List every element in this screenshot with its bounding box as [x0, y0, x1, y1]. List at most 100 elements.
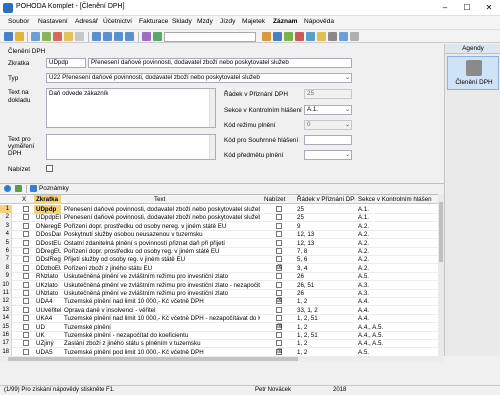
new-icon[interactable] [4, 32, 13, 41]
zkratka-description-input[interactable]: Přenesení daňové povinnosti, dodavatel z… [88, 58, 352, 68]
table-vertical-scrollbar[interactable] [438, 194, 444, 356]
row-select-checkbox[interactable] [23, 264, 29, 271]
scrollbar-thumb[interactable] [8, 357, 298, 361]
nabizet-cell-checkbox[interactable] [276, 340, 282, 347]
calc-icon[interactable] [306, 32, 315, 41]
sekce-select[interactable]: A.1. ⌄ [304, 105, 352, 115]
nabizet-cell-checkbox[interactable] [276, 290, 282, 296]
record-dot-icon[interactable] [4, 185, 11, 192]
agendy-item-cleneni-dph[interactable]: Členění DPH [447, 56, 499, 90]
kod-predmetu-input[interactable]: ⌄ [304, 150, 352, 160]
first-record-icon[interactable] [92, 32, 101, 41]
kod-souhrnne-input[interactable] [304, 135, 352, 145]
row-select-checkbox[interactable] [23, 231, 29, 238]
window-icon[interactable] [339, 32, 348, 41]
row-select-checkbox[interactable] [23, 281, 29, 288]
nabizet-cell-checkbox[interactable] [276, 315, 282, 322]
column-header-radek[interactable]: Řádek v Přiznání DPH [297, 195, 355, 204]
sum-icon[interactable] [295, 32, 304, 41]
report-icon[interactable] [262, 32, 271, 41]
nabizet-cell-checkbox[interactable]: ☒ [276, 264, 282, 271]
save-icon[interactable] [31, 32, 40, 41]
minimize-button[interactable]: – [434, 0, 456, 15]
chevron-down-icon[interactable]: ⌄ [345, 151, 350, 159]
chevron-down-icon[interactable]: ⌄ [345, 106, 350, 114]
filter-icon[interactable] [142, 32, 151, 41]
quick-search-input[interactable] [164, 32, 256, 42]
row-select-checkbox[interactable] [23, 323, 29, 330]
nabizet-cell-checkbox[interactable] [276, 239, 282, 246]
row-select-checkbox[interactable] [23, 222, 29, 229]
row-select-checkbox[interactable] [23, 214, 29, 221]
notes-tab[interactable]: Poznámky [39, 185, 69, 192]
nabizet-cell-checkbox[interactable]: ☒ [276, 348, 282, 355]
nabizet-cell-checkbox[interactable] [276, 332, 282, 338]
column-header-zkratka[interactable]: Zkratka [34, 195, 61, 204]
radek-input[interactable]: 25 [304, 89, 352, 99]
nabizet-cell-checkbox[interactable] [276, 281, 282, 288]
menu-napoveda[interactable]: Nápověda [304, 18, 334, 25]
maximize-button[interactable]: ☐ [456, 0, 478, 15]
nabizet-cell-checkbox[interactable] [276, 306, 282, 313]
row-select-checkbox[interactable] [23, 239, 29, 246]
menu-mzdy[interactable]: Mzdy [197, 18, 213, 25]
column-header-x[interactable]: X [22, 195, 34, 204]
refresh-icon[interactable] [284, 32, 293, 41]
nabizet-cell-checkbox[interactable]: ☒ [276, 323, 282, 330]
menu-nastaveni[interactable]: Nastavení [38, 18, 68, 25]
menu-jizdy[interactable]: Jízdy [220, 18, 235, 25]
row-select-checkbox[interactable] [23, 298, 29, 305]
nabizet-cell-checkbox[interactable] [276, 214, 282, 221]
nabizet-cell-checkbox[interactable] [276, 248, 282, 254]
row-select-checkbox[interactable] [23, 256, 29, 263]
copy-icon[interactable] [42, 32, 51, 41]
row-select-checkbox[interactable] [23, 332, 29, 338]
typ-select[interactable]: U22 Přenesení daňové povinnosti, dodavat… [46, 73, 352, 83]
column-header-text[interactable]: Text [154, 195, 194, 204]
menu-adresar[interactable]: Adresář [75, 18, 98, 25]
row-select-checkbox[interactable] [23, 290, 29, 296]
kod-rezimu-input[interactable]: 0 ⌄ [304, 120, 352, 130]
settings-icon[interactable] [328, 32, 337, 41]
tools-icon[interactable] [350, 32, 359, 41]
menu-zaznam[interactable]: Záznam [273, 18, 298, 25]
close-button[interactable]: ✕ [478, 0, 500, 15]
row-select-checkbox[interactable] [23, 348, 29, 355]
print-icon[interactable] [75, 32, 84, 41]
edit-icon[interactable] [64, 32, 73, 41]
zkratka-input[interactable]: UDpdp [46, 58, 86, 68]
menu-ucetnictvi[interactable]: Účetnictví [103, 18, 132, 25]
row-select-checkbox[interactable] [23, 340, 29, 347]
mail-icon[interactable] [317, 32, 326, 41]
row-select-checkbox[interactable] [23, 248, 29, 254]
nabizet-cell-checkbox[interactable] [276, 206, 282, 212]
memo-scrollbar[interactable] [209, 135, 215, 159]
search-icon[interactable] [153, 32, 162, 41]
next-record-icon[interactable] [114, 32, 123, 41]
memo-scrollbar[interactable] [209, 89, 215, 127]
nabizet-cell-checkbox[interactable] [276, 231, 282, 238]
text-dokladu-memo[interactable]: Daň odvede zákazník [46, 88, 216, 128]
notes-icon[interactable] [30, 185, 37, 192]
last-record-icon[interactable] [125, 32, 134, 41]
nabizet-checkbox[interactable] [46, 165, 53, 172]
open-icon[interactable] [15, 32, 24, 41]
menu-soubor[interactable]: Soubor [8, 18, 29, 25]
export-icon[interactable] [273, 32, 282, 41]
nabizet-cell-checkbox[interactable]: ☒ [276, 298, 282, 305]
menu-majetek[interactable]: Majetek [242, 18, 265, 25]
chevron-down-icon[interactable]: ⌄ [345, 121, 350, 129]
delete-icon[interactable] [53, 32, 62, 41]
column-header-nabizet[interactable]: Nabízet [264, 195, 294, 204]
menu-sklady[interactable]: Sklady [172, 18, 192, 25]
menu-fakturace[interactable]: Fakturace [139, 18, 168, 25]
text-vymeceni-memo[interactable] [46, 134, 216, 160]
prev-record-icon[interactable] [103, 32, 112, 41]
row-select-checkbox[interactable] [23, 315, 29, 322]
row-select-checkbox[interactable] [23, 306, 29, 313]
scrollbar-thumb[interactable] [439, 202, 443, 262]
nabizet-cell-checkbox[interactable] [276, 273, 282, 280]
tree-icon[interactable] [15, 185, 22, 192]
column-header-sekce[interactable]: Sekce v Kontrolním hlášen [358, 195, 434, 204]
row-select-checkbox[interactable] [23, 206, 29, 212]
